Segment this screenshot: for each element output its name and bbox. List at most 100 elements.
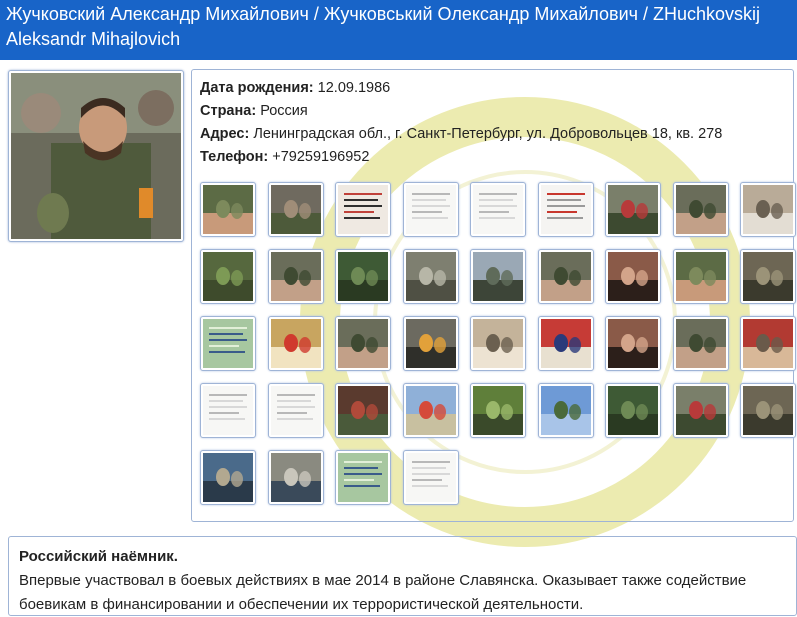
gallery-thumb-image bbox=[270, 185, 321, 234]
gallery-thumb[interactable] bbox=[537, 182, 594, 237]
gallery-thumb-image bbox=[203, 252, 253, 301]
main-photo bbox=[11, 73, 181, 239]
profile-info: Дата рождения: 12.09.1986 Страна: Россия… bbox=[200, 77, 722, 169]
gallery-thumb-image bbox=[405, 386, 456, 435]
gallery-thumb[interactable] bbox=[267, 450, 324, 505]
bio-section: Российский наёмник. Впервые участвовал в… bbox=[8, 536, 797, 616]
gallery-thumb-image bbox=[270, 252, 321, 301]
bio-text: Впервые участвовал в боевых действиях в … bbox=[19, 572, 747, 613]
gallery-thumb-image bbox=[405, 252, 456, 301]
gallery-thumb[interactable] bbox=[335, 182, 391, 237]
gallery-thumb[interactable] bbox=[267, 383, 324, 438]
gallery-thumb-image bbox=[675, 319, 726, 368]
gallery-thumb-image bbox=[608, 185, 658, 234]
gallery-thumb-image bbox=[608, 386, 658, 435]
gallery-thumb[interactable] bbox=[605, 383, 661, 438]
gallery-thumb[interactable] bbox=[402, 450, 459, 505]
gallery-thumb-image bbox=[338, 252, 388, 301]
gallery-thumb[interactable] bbox=[200, 450, 256, 505]
gallery-thumb-image bbox=[270, 386, 321, 435]
gallery-thumb-image bbox=[270, 453, 321, 502]
gallery-thumb[interactable] bbox=[470, 249, 526, 304]
gallery-thumb[interactable] bbox=[470, 383, 526, 438]
main-photo-frame[interactable] bbox=[8, 70, 184, 242]
gallery-thumb[interactable] bbox=[672, 383, 729, 438]
gallery-thumb[interactable] bbox=[402, 249, 459, 304]
gallery-thumb-image bbox=[405, 185, 456, 234]
gallery-thumb[interactable] bbox=[470, 316, 526, 371]
gallery-thumb[interactable] bbox=[470, 182, 526, 237]
gallery-thumb[interactable] bbox=[200, 316, 256, 371]
country-label: Страна: bbox=[200, 103, 257, 119]
gallery-thumb-image bbox=[473, 252, 523, 301]
gallery-thumb[interactable] bbox=[672, 249, 729, 304]
gallery-thumb[interactable] bbox=[200, 182, 256, 237]
gallery-thumb[interactable] bbox=[335, 450, 391, 505]
phone-value: +79259196952 bbox=[272, 149, 370, 165]
gallery-thumb-image bbox=[743, 252, 793, 301]
gallery-thumb[interactable] bbox=[672, 316, 729, 371]
gallery-thumb[interactable] bbox=[335, 316, 391, 371]
gallery-thumb[interactable] bbox=[605, 249, 661, 304]
gallery-thumb[interactable] bbox=[200, 383, 256, 438]
gallery-thumb[interactable] bbox=[267, 249, 324, 304]
gallery-thumb[interactable] bbox=[537, 249, 594, 304]
gallery-thumb[interactable] bbox=[740, 316, 796, 371]
gallery-thumb-image bbox=[608, 319, 658, 368]
gallery-thumb-image bbox=[338, 453, 388, 502]
gallery-thumb[interactable] bbox=[740, 383, 796, 438]
address-row: Адрес: Ленинградская обл., г. Санкт-Пете… bbox=[200, 123, 722, 146]
gallery-thumb-image bbox=[338, 319, 388, 368]
gallery-thumb-image bbox=[675, 185, 726, 234]
address-label: Адрес: bbox=[200, 126, 250, 142]
gallery-thumb-image bbox=[405, 319, 456, 368]
bio-title: Российский наёмник. bbox=[19, 548, 178, 565]
birth-value: 12.09.1986 bbox=[317, 80, 391, 96]
gallery-thumb[interactable] bbox=[200, 249, 256, 304]
page-title: Жучковский Александр Михайлович / Жучков… bbox=[6, 4, 761, 49]
gallery-thumb-image bbox=[743, 185, 793, 234]
country-value: Россия bbox=[260, 103, 308, 119]
gallery-thumb[interactable] bbox=[537, 383, 594, 438]
gallery-thumb-image bbox=[270, 319, 321, 368]
gallery-thumb[interactable] bbox=[267, 316, 324, 371]
gallery-thumb[interactable] bbox=[402, 182, 459, 237]
gallery-thumb-image bbox=[405, 453, 456, 502]
gallery-thumb[interactable] bbox=[605, 182, 661, 237]
gallery-thumb[interactable] bbox=[267, 182, 324, 237]
gallery-thumb-image bbox=[540, 386, 591, 435]
phone-row: Телефон: +79259196952 bbox=[200, 146, 722, 169]
gallery-thumb-image bbox=[675, 252, 726, 301]
birth-row: Дата рождения: 12.09.1986 bbox=[200, 77, 722, 100]
gallery-thumb-image bbox=[743, 386, 793, 435]
gallery-thumb-image bbox=[473, 386, 523, 435]
gallery-thumb-image bbox=[473, 319, 523, 368]
gallery-thumb-image bbox=[203, 386, 253, 435]
gallery-thumb-image bbox=[540, 252, 591, 301]
gallery-thumb-image bbox=[473, 185, 523, 234]
gallery-thumb-image bbox=[203, 319, 253, 368]
gallery-thumb[interactable] bbox=[537, 316, 594, 371]
page-header: Жучковский Александр Михайлович / Жучков… bbox=[0, 0, 797, 60]
gallery-thumb-image bbox=[540, 319, 591, 368]
country-row: Страна: Россия bbox=[200, 100, 722, 123]
address-value: Ленинградская обл., г. Санкт-Петербург, … bbox=[253, 126, 723, 142]
gallery-thumb[interactable] bbox=[740, 182, 796, 237]
profile-card: Дата рождения: 12.09.1986 Страна: Россия… bbox=[191, 69, 796, 522]
gallery-thumb[interactable] bbox=[402, 383, 459, 438]
gallery-thumb-image bbox=[203, 453, 253, 502]
birth-label: Дата рождения: bbox=[200, 80, 314, 96]
gallery-thumb[interactable] bbox=[402, 316, 459, 371]
gallery-thumb-image bbox=[203, 185, 253, 234]
gallery-thumb[interactable] bbox=[740, 249, 796, 304]
gallery-thumb[interactable] bbox=[605, 316, 661, 371]
gallery-thumb-image bbox=[675, 386, 726, 435]
gallery-thumb[interactable] bbox=[672, 182, 729, 237]
gallery-thumb-image bbox=[540, 185, 591, 234]
phone-label: Телефон: bbox=[200, 149, 269, 165]
gallery-thumb-image bbox=[338, 185, 388, 234]
gallery-thumb-image bbox=[608, 252, 658, 301]
gallery-thumb-image bbox=[743, 319, 793, 368]
gallery-thumb[interactable] bbox=[335, 249, 391, 304]
gallery-thumb[interactable] bbox=[335, 383, 391, 438]
